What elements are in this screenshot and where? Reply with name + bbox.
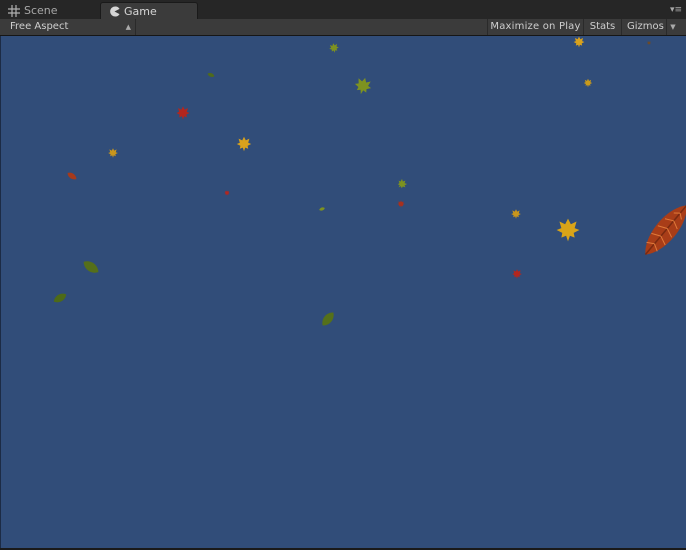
leaf-green-5 (318, 206, 326, 212)
leaf-yellow-6 (556, 218, 580, 242)
pacman-icon (110, 5, 120, 17)
game-toolbar: Free Aspect ▲ Maximize on Play Stats Giz… (0, 19, 686, 36)
leaf-yellow-3 (236, 136, 252, 152)
leaf-red-1 (176, 106, 190, 120)
maximize-label: Maximize on Play (490, 21, 581, 32)
aspect-label: Free Aspect (10, 21, 69, 32)
leaf-green-1 (328, 42, 340, 54)
gizmos-toggle[interactable]: Gizmos (621, 19, 666, 35)
leaf-green-6 (81, 258, 101, 276)
leaf-red-4 (512, 269, 522, 279)
gizmos-label: Gizmos (627, 21, 664, 32)
leaf-dark-1 (646, 40, 652, 46)
leaf-green-7 (51, 291, 69, 305)
game-viewport[interactable] (0, 36, 686, 548)
leaf-green-3 (352, 75, 374, 97)
falling-leaves-scene (51, 36, 686, 329)
chevron-down-icon[interactable]: ▼ (666, 19, 679, 35)
leaf-green-8 (319, 309, 337, 329)
up-down-arrows-icon: ▲ (125, 23, 131, 31)
tab-scene[interactable]: Scene (4, 2, 100, 19)
leaf-green-2 (207, 72, 215, 78)
grid-icon (8, 4, 20, 17)
leaf-red-3 (397, 200, 405, 208)
leaf-green-4 (395, 177, 409, 191)
stats-label: Stats (589, 21, 616, 32)
unity-game-window: Scene Game ▾≡ Free Aspect ▲ Maximize on … (0, 0, 686, 550)
leaf-red-2 (224, 190, 230, 196)
stats-toggle[interactable]: Stats (583, 19, 621, 35)
leaf-large-orange (644, 205, 686, 255)
maximize-on-play-toggle[interactable]: Maximize on Play (487, 19, 583, 35)
tab-scene-label: Scene (24, 4, 58, 17)
menu-icon[interactable]: ▾≡ (670, 5, 682, 15)
leaf-yellow-1 (573, 36, 585, 48)
leaf-yellow-5 (511, 209, 521, 219)
leaf-yellow-4 (108, 148, 118, 158)
leaf-red-5 (66, 170, 78, 182)
leaf-yellow-2 (583, 78, 593, 88)
tab-game-label: Game (124, 4, 157, 18)
aspect-dropdown[interactable]: Free Aspect ▲ (0, 19, 136, 35)
tab-bar: Scene Game ▾≡ (0, 0, 686, 19)
tab-game[interactable]: Game (100, 2, 198, 19)
